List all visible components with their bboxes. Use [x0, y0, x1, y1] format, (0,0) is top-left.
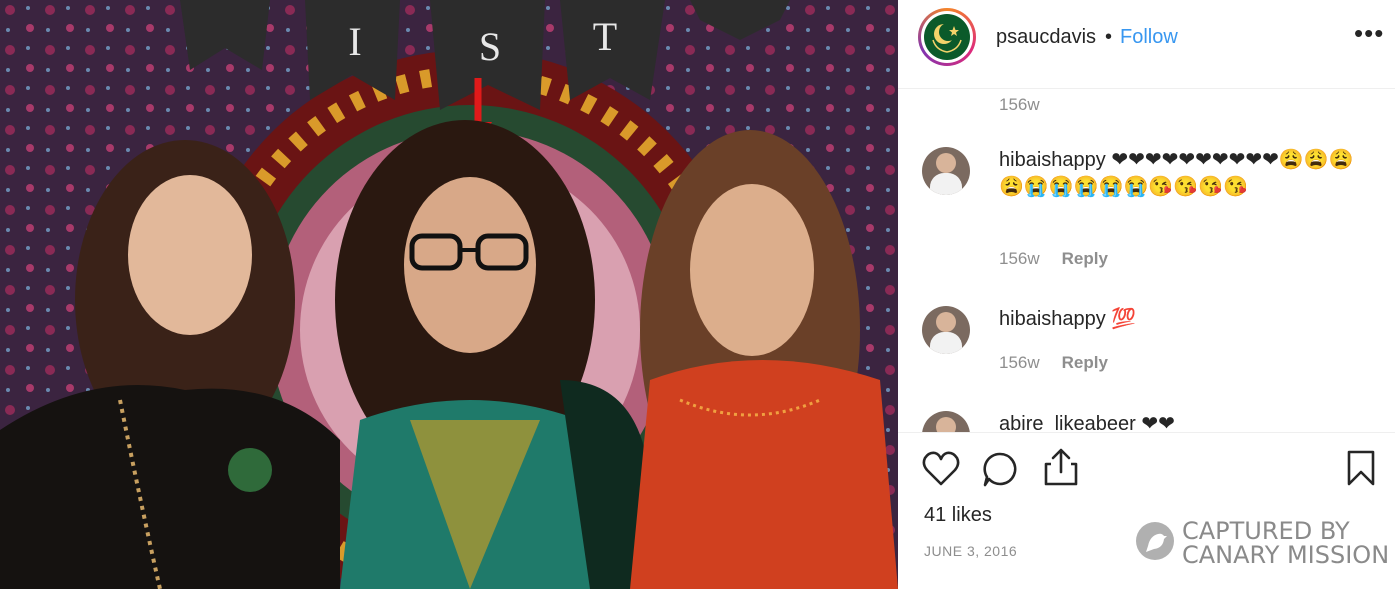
banner-letter-i: I: [348, 19, 361, 64]
comment-username[interactable]: hibaishappy: [999, 308, 1106, 330]
commenter-avatar[interactable]: [922, 306, 970, 354]
separator-dot: •: [1105, 26, 1113, 48]
post-header: psaucdavis • Follow •••: [898, 0, 1395, 89]
commenter-avatar[interactable]: [922, 411, 970, 432]
follow-button[interactable]: Follow: [1120, 26, 1178, 49]
comment-time: 156w: [999, 353, 1040, 372]
banner-letter-t: T: [593, 14, 617, 59]
comment-icon[interactable]: [982, 451, 1018, 492]
account-username[interactable]: psaucdavis: [996, 26, 1096, 49]
account-avatar[interactable]: [918, 8, 976, 66]
post-photo[interactable]: I S T: [0, 0, 898, 589]
reply-button[interactable]: Reply: [1062, 249, 1108, 268]
reply-button[interactable]: Reply: [1062, 353, 1108, 372]
watermark-line-2: CANARY MISSION: [1182, 541, 1390, 569]
post-actions: 41 likes JUNE 3, 2016 CAPTURED BY CANARY…: [898, 432, 1395, 590]
photo-image: I S T: [0, 0, 898, 589]
likes-count[interactable]: 41 likes: [924, 504, 992, 527]
more-options-icon[interactable]: •••: [1354, 18, 1384, 49]
comment-username[interactable]: hibaishappy: [999, 149, 1106, 171]
bookmark-icon[interactable]: [1346, 449, 1376, 492]
comment-username[interactable]: abire_likeabeer: [999, 413, 1136, 432]
comment-text: ❤❤: [1141, 413, 1175, 432]
crescent-logo-icon: [924, 14, 970, 60]
share-icon[interactable]: [1043, 447, 1079, 492]
comment-text: 💯: [1111, 308, 1137, 330]
heart-icon[interactable]: [922, 451, 960, 492]
comments-list[interactable]: 156w hibaishappy ❤❤❤❤❤❤❤❤❤❤😩😩😩😩😭😭😭😭😭😘😘😘😘…: [898, 89, 1395, 432]
comment-time: 156w: [999, 95, 1040, 114]
banner-letter-s: S: [479, 24, 501, 69]
comment-time: 156w: [999, 249, 1040, 268]
commenter-avatar[interactable]: [922, 147, 970, 195]
canary-bird-icon: [1136, 522, 1174, 560]
post-side-panel: psaucdavis • Follow ••• 156w hibaishappy…: [898, 0, 1395, 589]
watermark: CAPTURED BY CANARY MISSION: [1136, 517, 1395, 569]
post-date: JUNE 3, 2016: [924, 543, 1018, 559]
